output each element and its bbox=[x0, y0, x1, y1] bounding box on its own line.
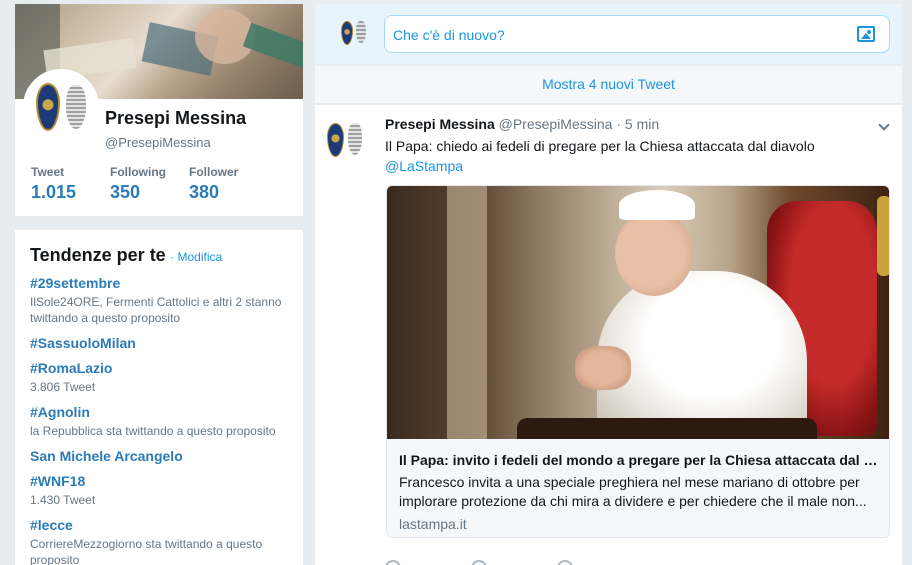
tweet-separator: · bbox=[612, 116, 625, 132]
tweet-text: Il Papa: chiedo ai fedeli di pregare per… bbox=[385, 136, 890, 176]
trend-name[interactable]: San Michele Arcangelo bbox=[30, 448, 288, 464]
avatar[interactable] bbox=[327, 123, 362, 157]
stat-following[interactable]: Following 350 bbox=[110, 165, 189, 203]
compose-placeholder: Che c'è di nuovo? bbox=[393, 27, 505, 43]
trend-item[interactable]: San Michele Arcangelo bbox=[30, 448, 288, 464]
trend-item[interactable]: #RomaLazio 3.806 Tweet bbox=[30, 360, 288, 395]
profile-name[interactable]: Presepi Messina bbox=[105, 108, 246, 129]
trend-name[interactable]: #lecce bbox=[30, 517, 288, 533]
chevron-down-icon[interactable] bbox=[878, 119, 890, 131]
stat-tweets[interactable]: Tweet 1.015 bbox=[31, 165, 110, 203]
coat-of-arms-icon bbox=[327, 123, 344, 157]
trend-item[interactable]: #SassuoloMilan bbox=[30, 335, 288, 351]
card-title: Il Papa: invito i fedeli del mondo a pre… bbox=[399, 452, 879, 468]
card-description: Francesco invita a una speciale preghier… bbox=[399, 474, 867, 509]
card-body[interactable]: Il Papa: invito i fedeli del mondo a pre… bbox=[387, 439, 889, 537]
profile-card: Presepi Messina @PresepiMessina Tweet 1.… bbox=[15, 4, 303, 216]
card-domain: lastampa.it bbox=[399, 516, 467, 532]
card-image[interactable] bbox=[387, 186, 889, 439]
profile-stats: Tweet 1.015 Following 350 Follower 380 bbox=[31, 165, 268, 203]
tweet-author[interactable]: Presepi Messina bbox=[385, 116, 495, 132]
trend-name[interactable]: #29settembre bbox=[30, 275, 288, 291]
tweet-body: Il Papa: chiedo ai fedeli di pregare per… bbox=[385, 138, 815, 154]
compose-avatar bbox=[341, 21, 366, 45]
trends-header: Tendenze per te · Modifica bbox=[30, 245, 288, 266]
trend-item[interactable]: #Agnolin la Repubblica sta twittando a q… bbox=[30, 404, 288, 439]
crest-icon bbox=[348, 123, 362, 155]
retweet-icon[interactable] bbox=[471, 560, 487, 565]
tweet-header: Presepi Messina @PresepiMessina · 5 min bbox=[385, 116, 659, 132]
crest-icon bbox=[356, 21, 366, 43]
trend-context: IlSole24ORE, Fermenti Cattolici e altri … bbox=[30, 295, 282, 325]
stat-value: 1.015 bbox=[31, 182, 77, 202]
trend-name[interactable]: #WNF18 bbox=[30, 473, 288, 489]
add-photo-icon[interactable] bbox=[857, 26, 875, 42]
trend-item[interactable]: #lecce CorriereMezzogiorno sta twittando… bbox=[30, 517, 288, 565]
stat-label: Tweet bbox=[31, 165, 65, 179]
trends-title: Tendenze per te bbox=[30, 245, 166, 265]
show-new-tweets-button[interactable]: Mostra 4 nuovi Tweet bbox=[315, 66, 902, 104]
trend-context: CorriereMezzogiorno sta twittando a ques… bbox=[30, 537, 263, 565]
link-card[interactable]: Il Papa: invito i fedeli del mondo a pre… bbox=[386, 185, 890, 538]
trend-context: 3.806 Tweet bbox=[30, 380, 96, 394]
coat-of-arms-icon bbox=[341, 21, 353, 45]
reply-icon[interactable] bbox=[385, 560, 401, 565]
stat-value: 380 bbox=[189, 182, 220, 202]
trend-name[interactable]: #Agnolin bbox=[30, 404, 288, 420]
trend-name[interactable]: #RomaLazio bbox=[30, 360, 288, 376]
avatar[interactable] bbox=[23, 69, 99, 145]
trend-item[interactable]: #WNF18 1.430 Tweet bbox=[30, 473, 288, 508]
trend-item[interactable]: #29settembre IlSole24ORE, Fermenti Catto… bbox=[30, 275, 288, 326]
tweet-mention-link[interactable]: @LaStampa bbox=[385, 156, 890, 176]
tweet[interactable]: Presepi Messina @PresepiMessina · 5 min … bbox=[315, 105, 902, 565]
tweet-compose: Che c'è di nuovo? bbox=[315, 4, 902, 65]
crest-icon bbox=[66, 85, 86, 129]
profile-handle[interactable]: @PresepiMessina bbox=[105, 135, 211, 150]
like-icon[interactable] bbox=[557, 560, 573, 565]
trend-context: la Repubblica sta twittando a questo pro… bbox=[30, 424, 276, 438]
tweet-actions bbox=[385, 560, 685, 565]
stat-followers[interactable]: Follower 380 bbox=[189, 165, 268, 203]
trend-name[interactable]: #SassuoloMilan bbox=[30, 335, 288, 351]
tweet-handle[interactable]: @PresepiMessina bbox=[499, 116, 613, 132]
trends-edit-link[interactable]: · Modifica bbox=[170, 250, 222, 264]
trends-card: Tendenze per te · Modifica #29settembre … bbox=[15, 230, 303, 565]
compose-input[interactable]: Che c'è di nuovo? bbox=[384, 15, 890, 53]
stat-label: Following bbox=[110, 165, 166, 179]
stat-label: Follower bbox=[189, 165, 239, 179]
coat-of-arms-icon bbox=[36, 83, 60, 131]
trend-context: 1.430 Tweet bbox=[30, 493, 96, 507]
stat-value: 350 bbox=[110, 182, 141, 202]
tweet-timestamp[interactable]: 5 min bbox=[625, 116, 659, 132]
